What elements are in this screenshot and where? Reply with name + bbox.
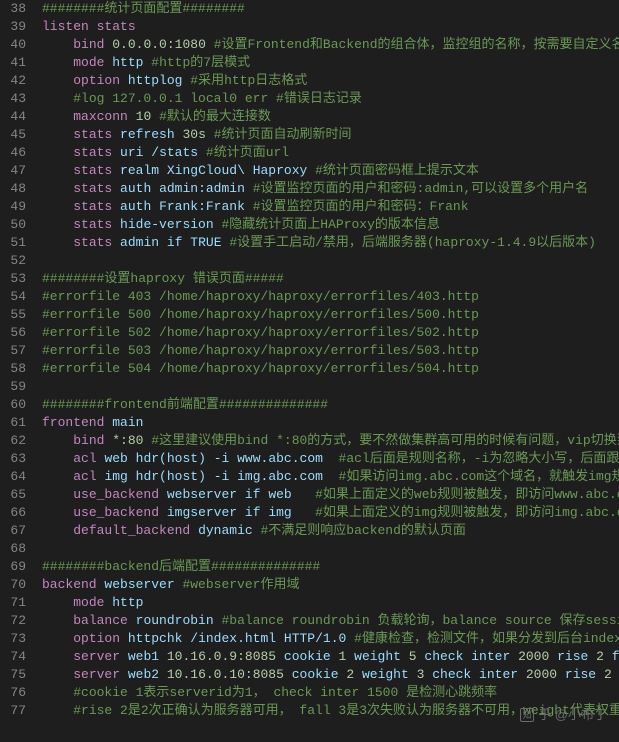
code-line[interactable]: #log 127.0.0.1 local0 err #错误日志记录 xyxy=(42,90,619,108)
code-line[interactable]: maxconn 10 #默认的最大连接数 xyxy=(42,108,619,126)
code-line[interactable]: ########frontend前端配置############## xyxy=(42,396,619,414)
code-line[interactable]: use_backend imgserver if img #如果上面定义的img… xyxy=(42,504,619,522)
line-number: 70 xyxy=(4,576,26,594)
code-line[interactable]: frontend main xyxy=(42,414,619,432)
line-number: 67 xyxy=(4,522,26,540)
line-number: 53 xyxy=(4,270,26,288)
line-number-gutter: 3839404142434445464748495051525354555657… xyxy=(0,0,34,742)
line-number: 44 xyxy=(4,108,26,126)
line-number: 76 xyxy=(4,684,26,702)
line-number: 56 xyxy=(4,324,26,342)
code-editor[interactable]: 3839404142434445464748495051525354555657… xyxy=(0,0,619,742)
code-line[interactable]: server web1 10.16.0.9:8085 cookie 1 weig… xyxy=(42,648,619,666)
code-line[interactable]: #errorfile 503 /home/haproxy/haproxy/err… xyxy=(42,342,619,360)
code-line[interactable]: ########backend后端配置############## xyxy=(42,558,619,576)
line-number: 72 xyxy=(4,612,26,630)
code-line[interactable]: stats realm XingCloud\ Haproxy #统计页面密码框上… xyxy=(42,162,619,180)
code-line[interactable]: ########统计页面配置######## xyxy=(42,0,619,18)
line-number: 71 xyxy=(4,594,26,612)
code-line[interactable]: option httpchk /index.html HTTP/1.0 #健康检… xyxy=(42,630,619,648)
line-number: 39 xyxy=(4,18,26,36)
code-line[interactable]: mode http #http的7层模式 xyxy=(42,54,619,72)
line-number: 66 xyxy=(4,504,26,522)
code-line[interactable] xyxy=(42,252,619,270)
line-number: 60 xyxy=(4,396,26,414)
code-line[interactable]: stats refresh 30s #统计页面自动刷新时间 xyxy=(42,126,619,144)
line-number: 73 xyxy=(4,630,26,648)
code-line[interactable]: acl img hdr(host) -i img.abc.com #如果访问im… xyxy=(42,468,619,486)
code-line[interactable]: #errorfile 500 /home/haproxy/haproxy/err… xyxy=(42,306,619,324)
code-line[interactable]: balance roundrobin #balance roundrobin 负… xyxy=(42,612,619,630)
code-line[interactable]: ########设置haproxy 错误页面##### xyxy=(42,270,619,288)
code-line[interactable]: bind 0.0.0.0:1080 #设置Frontend和Backend的组合… xyxy=(42,36,619,54)
code-line[interactable]: stats auth Frank:Frank #设置监控页面的用户和密码：Fra… xyxy=(42,198,619,216)
line-number: 59 xyxy=(4,378,26,396)
line-number: 75 xyxy=(4,666,26,684)
code-line[interactable]: #errorfile 403 /home/haproxy/haproxy/err… xyxy=(42,288,619,306)
line-number: 45 xyxy=(4,126,26,144)
code-line[interactable] xyxy=(42,378,619,396)
code-line[interactable]: stats admin if TRUE #设置手工启动/禁用，后端服务器(hap… xyxy=(42,234,619,252)
line-number: 61 xyxy=(4,414,26,432)
line-number: 57 xyxy=(4,342,26,360)
line-number: 62 xyxy=(4,432,26,450)
code-line[interactable]: stats auth admin:admin #设置监控页面的用户和密码:adm… xyxy=(42,180,619,198)
code-line[interactable]: #cookie 1表示serverid为1， check inter 1500 … xyxy=(42,684,619,702)
line-number: 38 xyxy=(4,0,26,18)
line-number: 54 xyxy=(4,288,26,306)
line-number: 58 xyxy=(4,360,26,378)
line-number: 50 xyxy=(4,216,26,234)
line-number: 46 xyxy=(4,144,26,162)
line-number: 68 xyxy=(4,540,26,558)
line-number: 55 xyxy=(4,306,26,324)
line-number: 77 xyxy=(4,702,26,720)
code-line[interactable] xyxy=(42,540,619,558)
line-number: 49 xyxy=(4,198,26,216)
code-line[interactable]: listen stats xyxy=(42,18,619,36)
line-number: 64 xyxy=(4,468,26,486)
code-line[interactable]: stats uri /stats #统计页面url xyxy=(42,144,619,162)
code-area[interactable]: ########统计页面配置########listen stats bind … xyxy=(34,0,619,742)
line-number: 48 xyxy=(4,180,26,198)
code-line[interactable]: bind *:80 #这里建议使用bind *:80的方式，要不然做集群高可用的… xyxy=(42,432,619,450)
line-number: 65 xyxy=(4,486,26,504)
line-number: 47 xyxy=(4,162,26,180)
line-number: 51 xyxy=(4,234,26,252)
line-number: 40 xyxy=(4,36,26,54)
code-line[interactable]: default_backend dynamic #不满足则响应backend的默… xyxy=(42,522,619,540)
line-number: 43 xyxy=(4,90,26,108)
code-line[interactable]: #errorfile 502 /home/haproxy/haproxy/err… xyxy=(42,324,619,342)
watermark-user: 乎 @小布丁 xyxy=(538,706,607,724)
watermark: 知 乎 @小布丁 xyxy=(520,706,607,724)
line-number: 74 xyxy=(4,648,26,666)
code-line[interactable]: stats hide-version #隐藏统计页面上HAProxy的版本信息 xyxy=(42,216,619,234)
code-line[interactable]: server web2 10.16.0.10:8085 cookie 2 wei… xyxy=(42,666,619,684)
code-line[interactable]: backend webserver #webserver作用域 xyxy=(42,576,619,594)
line-number: 63 xyxy=(4,450,26,468)
line-number: 69 xyxy=(4,558,26,576)
line-number: 41 xyxy=(4,54,26,72)
line-number: 52 xyxy=(4,252,26,270)
code-line[interactable]: acl web hdr(host) -i www.abc.com #acl后面是… xyxy=(42,450,619,468)
line-number: 42 xyxy=(4,72,26,90)
code-line[interactable]: use_backend webserver if web #如果上面定义的web… xyxy=(42,486,619,504)
code-line[interactable]: option httplog #采用http日志格式 xyxy=(42,72,619,90)
code-line[interactable]: mode http xyxy=(42,594,619,612)
code-line[interactable]: #errorfile 504 /home/haproxy/haproxy/err… xyxy=(42,360,619,378)
zhihu-icon: 知 xyxy=(520,708,534,722)
